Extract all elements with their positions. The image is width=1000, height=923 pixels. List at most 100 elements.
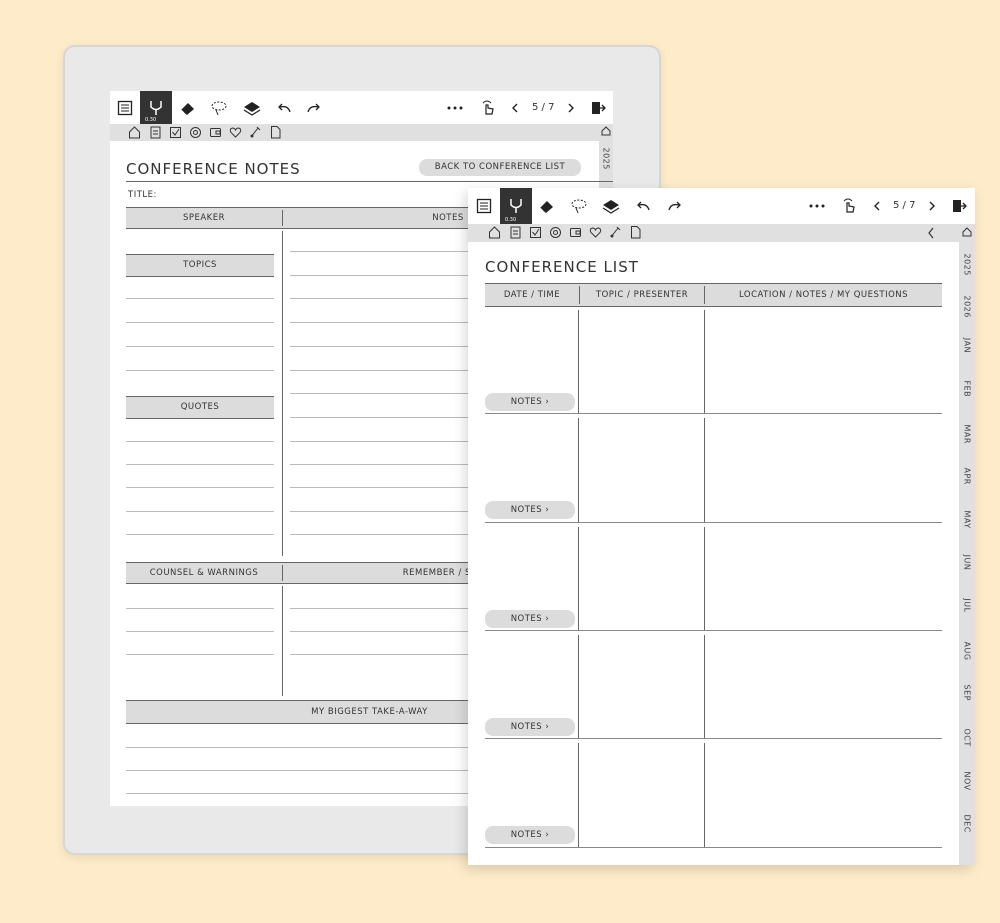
- toc-icon[interactable]: [113, 91, 137, 124]
- year-tab-2025[interactable]: 2025: [602, 148, 611, 170]
- row-separator: [485, 846, 942, 848]
- checkbox-icon[interactable]: [169, 125, 182, 139]
- month-tab-aug[interactable]: AUG: [963, 642, 972, 661]
- topic-presenter-header: TOPIC / PRESENTER: [595, 290, 689, 300]
- rail-home-icon[interactable]: [601, 126, 611, 136]
- eraser-icon[interactable]: [176, 91, 200, 124]
- month-tab-nov[interactable]: NOV: [963, 772, 972, 791]
- target-icon[interactable]: [549, 225, 562, 239]
- brush-icon[interactable]: [249, 125, 262, 139]
- row-divider: [578, 526, 579, 631]
- heart-icon[interactable]: [229, 125, 242, 139]
- prev-page-icon[interactable]: [508, 91, 522, 124]
- quotes-line: [126, 511, 274, 512]
- month-tab-jun[interactable]: JUN: [963, 555, 972, 571]
- more-icon[interactable]: [445, 91, 465, 124]
- row-notes-button[interactable]: NOTES ›: [485, 501, 575, 520]
- month-tab-sep[interactable]: SEP: [963, 685, 972, 701]
- location-notes-header: LOCATION / NOTES / MY QUESTIONS: [738, 290, 909, 300]
- target-icon[interactable]: [189, 125, 202, 139]
- pen-size-label: 0.30: [505, 217, 517, 223]
- wallet-icon[interactable]: [569, 225, 582, 239]
- topics-line: [126, 346, 274, 347]
- quotes-line: [126, 487, 274, 488]
- row-divider: [704, 526, 705, 631]
- layers-icon[interactable]: [239, 91, 265, 124]
- row-separator: [485, 738, 942, 740]
- counsel-line: [126, 654, 274, 655]
- quick-links-bar: [468, 224, 975, 242]
- row-separator: [485, 413, 942, 415]
- layers-icon[interactable]: [598, 188, 624, 224]
- topics-header-box: TOPICS: [126, 254, 274, 277]
- back-to-list-button[interactable]: BACK TO CONFERENCE LIST: [419, 159, 581, 176]
- exit-icon[interactable]: [588, 91, 608, 124]
- row-divider: [578, 418, 579, 523]
- home-icon[interactable]: [488, 225, 501, 239]
- clipboard-icon[interactable]: [509, 225, 522, 239]
- month-tab-jan[interactable]: JAN: [963, 338, 972, 354]
- home-icon[interactable]: [128, 125, 141, 139]
- eraser-icon[interactable]: [535, 188, 559, 224]
- month-tab-mar[interactable]: MAR: [963, 425, 972, 444]
- conference-list-page: 0.30 5 / 7 2025 2026 JAN FEB MAR APR MAY…: [468, 188, 975, 865]
- lasso-icon[interactable]: [207, 91, 231, 124]
- row-notes-button[interactable]: NOTES ›: [485, 393, 575, 411]
- redo-icon[interactable]: [664, 188, 686, 224]
- column-divider: [282, 586, 283, 696]
- month-tab-dec[interactable]: DEC: [963, 815, 972, 833]
- back-chevron-icon[interactable]: [927, 227, 935, 239]
- touch-icon[interactable]: [477, 91, 499, 124]
- quotes-line: [126, 534, 274, 535]
- topics-header: TOPICS: [183, 260, 217, 270]
- title-rule: [126, 181, 613, 182]
- next-page-icon[interactable]: [564, 91, 578, 124]
- touch-icon[interactable]: [838, 188, 860, 224]
- chevron-right-icon: ›: [542, 721, 550, 732]
- page-title: CONFERENCE LIST: [485, 258, 639, 276]
- chevron-right-icon: ›: [542, 505, 550, 516]
- pen-icon[interactable]: 0.30: [500, 188, 532, 224]
- month-tab-jul[interactable]: JUL: [963, 598, 972, 614]
- page-title: CONFERENCE NOTES: [126, 160, 301, 178]
- month-tab-apr[interactable]: APR: [963, 468, 972, 485]
- topics-line: [126, 370, 274, 371]
- clipboard-icon[interactable]: [149, 125, 162, 139]
- month-tab-may[interactable]: MAY: [963, 511, 972, 529]
- counsel-header: COUNSEL & WARNINGS: [149, 568, 259, 578]
- month-tab-oct[interactable]: OCT: [963, 729, 972, 747]
- document-icon[interactable]: [269, 125, 282, 139]
- pen-size-label: 0.30: [145, 117, 157, 123]
- chevron-right-icon: ›: [542, 613, 550, 624]
- row-divider: [704, 418, 705, 523]
- redo-icon[interactable]: [303, 91, 325, 124]
- document-icon[interactable]: [629, 225, 642, 239]
- row-divider: [704, 634, 705, 740]
- quotes-header: QUOTES: [180, 402, 220, 412]
- rail-home-icon[interactable]: [962, 227, 972, 237]
- lasso-icon[interactable]: [567, 188, 591, 224]
- prev-page-icon[interactable]: [870, 188, 884, 224]
- more-icon[interactable]: [807, 188, 827, 224]
- wallet-icon[interactable]: [209, 125, 222, 139]
- speaker-header: SPEAKER: [182, 213, 226, 223]
- quotes-line: [126, 441, 274, 442]
- row-divider: [704, 743, 705, 848]
- pen-icon[interactable]: 0.30: [140, 91, 172, 124]
- checkbox-icon[interactable]: [529, 225, 542, 239]
- undo-icon[interactable]: [273, 91, 295, 124]
- year-tab-2025[interactable]: 2025: [963, 254, 972, 276]
- toc-icon[interactable]: [472, 188, 496, 224]
- column-divider: [282, 231, 283, 556]
- row-notes-button[interactable]: NOTES ›: [485, 609, 575, 628]
- month-tab-feb[interactable]: FEB: [963, 381, 972, 398]
- row-notes-button[interactable]: NOTES ›: [485, 717, 575, 736]
- heart-icon[interactable]: [589, 225, 602, 239]
- exit-icon[interactable]: [949, 188, 969, 224]
- year-tab-2026[interactable]: 2026: [963, 296, 972, 318]
- undo-icon[interactable]: [632, 188, 654, 224]
- row-notes-button[interactable]: NOTES ›: [485, 826, 575, 845]
- brush-icon[interactable]: [609, 225, 622, 239]
- next-page-icon[interactable]: [925, 188, 939, 224]
- topics-line: [126, 298, 274, 299]
